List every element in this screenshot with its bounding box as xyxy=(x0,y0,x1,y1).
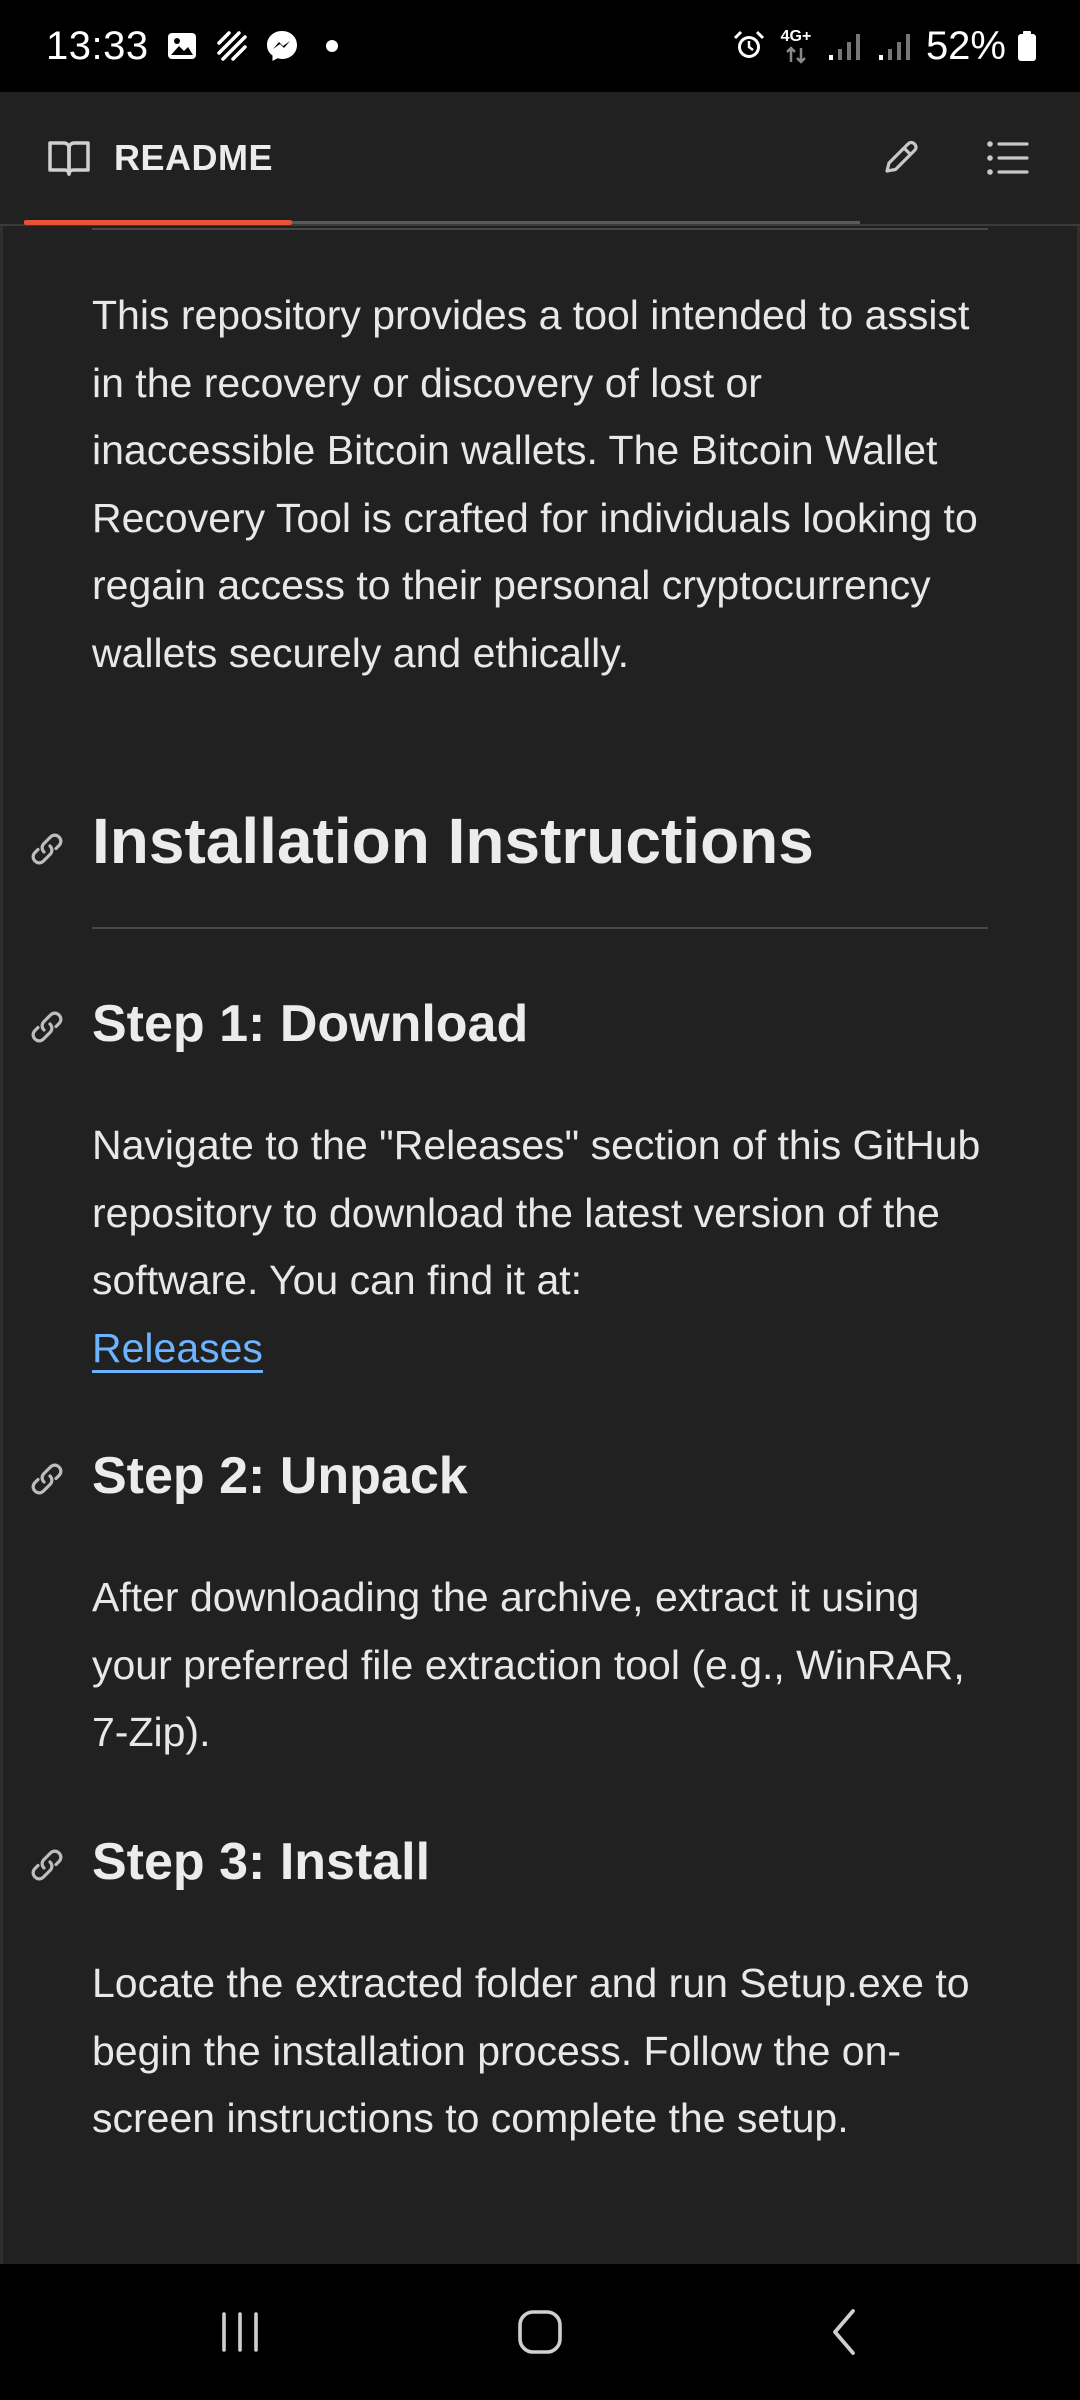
anchor-link-icon[interactable] xyxy=(24,1456,70,1502)
anchor-link-icon[interactable] xyxy=(24,1842,70,1888)
system-nav-bar xyxy=(0,2264,1080,2400)
signal-hatch-icon xyxy=(215,29,249,63)
status-time: 13:33 xyxy=(46,23,149,68)
status-right: 4G+ 52% xyxy=(732,0,1038,92)
tab-readme[interactable]: README xyxy=(46,92,273,224)
status-bar: 13:33 4G+ 52% xyxy=(0,0,1080,92)
recents-button[interactable] xyxy=(192,2292,288,2372)
battery-icon xyxy=(1016,29,1038,63)
battery-percent: 52% xyxy=(925,23,1006,68)
anchor-link-icon[interactable] xyxy=(24,826,70,872)
anchor-link-icon[interactable] xyxy=(24,1004,70,1050)
back-button[interactable] xyxy=(796,2292,892,2372)
app-edge xyxy=(0,92,3,2264)
recents-icon xyxy=(216,2310,264,2354)
tab-active-indicator xyxy=(24,220,292,225)
section-divider xyxy=(92,228,988,230)
notification-dot-icon xyxy=(315,29,349,63)
signal-bars-icon xyxy=(826,29,866,63)
pencil-icon xyxy=(879,137,921,179)
installation-heading: Installation Instructions xyxy=(92,805,814,877)
releases-link[interactable]: Releases xyxy=(92,1325,263,1371)
network-label: 4G+ xyxy=(780,28,812,45)
back-icon xyxy=(827,2307,861,2357)
step1-heading: Step 1: Download xyxy=(92,995,529,1053)
step2-paragraph: After downloading the archive, extract i… xyxy=(92,1574,965,1755)
step1-paragraph: Navigate to the "Releases" section of th… xyxy=(92,1112,992,1382)
home-icon xyxy=(515,2307,565,2357)
alarm-icon xyxy=(732,29,766,63)
edit-button[interactable] xyxy=(864,122,936,194)
table-of-contents-button[interactable] xyxy=(972,122,1044,194)
status-left: 13:33 xyxy=(46,0,349,92)
readme-header: README xyxy=(0,92,1080,226)
step1-text: Navigate to the "Releases" section of th… xyxy=(92,1122,981,1303)
signal-bars-icon xyxy=(876,29,916,63)
home-button[interactable] xyxy=(492,2292,588,2372)
tab-scroll-track xyxy=(292,221,860,224)
intro-paragraph: This repository provides a tool intended… xyxy=(92,292,978,676)
github-app: README This repository provides a tool i… xyxy=(0,92,1080,2264)
step2-heading: Step 2: Unpack xyxy=(92,1447,468,1505)
messenger-icon xyxy=(265,29,299,63)
step3-paragraph: Locate the extracted folder and run Setu… xyxy=(92,1960,970,2141)
heading-divider xyxy=(92,927,988,929)
step3-heading: Step 3: Install xyxy=(92,1833,431,1891)
book-icon xyxy=(46,138,92,178)
tab-label: README xyxy=(114,137,274,178)
list-icon xyxy=(986,139,1030,177)
gallery-icon xyxy=(165,29,199,63)
network-4g-icon: 4G+ xyxy=(776,28,816,64)
